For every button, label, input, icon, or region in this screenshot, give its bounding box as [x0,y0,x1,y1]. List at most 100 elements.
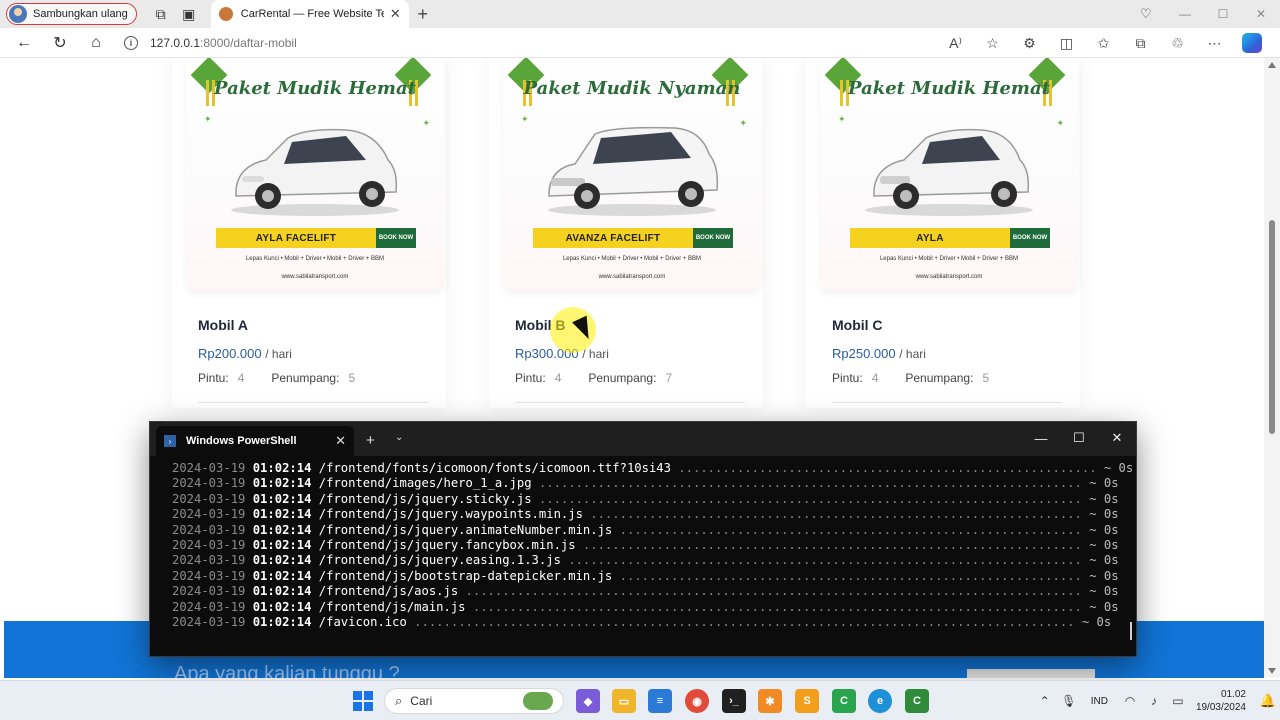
divider [832,402,1062,403]
cta-button[interactable] [967,669,1095,678]
notepad-icon[interactable]: ≡ [648,689,672,713]
tab-actions-icon[interactable]: ▣ [175,0,203,28]
price-unit: / hari [582,347,609,361]
info-icon[interactable]: i [124,35,138,50]
notepad-plus-plus-icon[interactable]: C [832,689,856,713]
log-dots: ........................................… [670,461,1097,475]
log-path: /frontend/js/jquery.animateNumber.min.js [318,522,613,537]
doors-label: Pintu: [515,371,546,385]
car-card[interactable]: ✦ ✦ Paket Mudik Nyaman AVANZA FACELIFT B… [489,58,763,408]
divider [515,402,745,403]
banner-model-bar: AYLA FACELIFT BOOK NOW [216,228,416,248]
search-highlight-image [523,692,553,710]
home-icon[interactable]: ⌂ [78,28,114,58]
more-icon[interactable]: ⋯ [1196,28,1233,58]
scroll-up-icon[interactable] [1268,62,1276,68]
volume-icon[interactable]: ♪ [1142,694,1166,708]
battery-icon[interactable]: ▭ [1166,694,1190,708]
close-window-icon[interactable]: ✕ [1098,422,1136,454]
window-controls: — ☐ ✕ [1166,0,1280,28]
banner-model-name: AYLA [850,228,1010,248]
taskbar-search[interactable]: ⌕ Cari [384,688,564,714]
sublime-text-icon[interactable]: S [795,689,819,713]
close-tab-icon[interactable]: ✕ [335,433,346,449]
car-name[interactable]: Mobil A [198,317,248,333]
log-time: 01:02:14 [252,461,312,475]
powershell-icon: › [164,435,176,447]
banner-promo-title: Paket Mudik Hemat [848,78,1050,99]
back-icon[interactable]: ← [6,28,42,58]
log-date: 2024-03-19 [172,522,246,537]
page-scrollbar[interactable] [1264,58,1280,678]
microphone-icon[interactable]: 🎙 [1057,694,1081,708]
terminal-tab[interactable]: › Windows PowerShell ✕ [156,426,354,456]
profile-button[interactable]: Sambungkan ulang [6,3,137,25]
collections-icon[interactable]: ⧉ [1122,28,1159,58]
maximize-icon[interactable]: ☐ [1204,0,1242,28]
edge-icon[interactable]: e [868,689,892,713]
notification-bell-icon[interactable]: 🔔 [1256,693,1280,709]
cta-question: Apa yang kalian tunggu ? [174,663,400,678]
log-dur: ~ 0s [1074,614,1112,629]
close-tab-icon[interactable]: ✕ [390,6,401,22]
banner-services: Lepas Kunci • Mobil + Driver • Mobil + D… [562,256,702,262]
log-time: 01:02:14 [252,476,312,491]
windows-start-icon[interactable] [351,689,375,713]
car-card[interactable]: ✦ ✦ Paket Mudik Hemat AYLA FACELIFT BOOK… [172,58,446,408]
clock[interactable]: 01.02 19/03/2024 [1196,688,1246,714]
language-indicator[interactable]: IND [1091,696,1108,707]
browser-tab[interactable]: CarRental — Free Website Templ ✕ [210,0,409,28]
site-favicon-icon [218,7,233,21]
car-name[interactable]: Mobil C [832,317,883,333]
favorites-icon[interactable]: ✩ [1085,28,1122,58]
scroll-down-icon[interactable] [1268,668,1276,674]
star-decoration: ✦ [204,114,212,124]
xampp-icon[interactable]: ✱ [758,689,782,713]
minimize-icon[interactable]: — [1022,422,1060,454]
seats-label: Penumpang: [271,371,340,385]
refresh-icon[interactable]: ↻ [42,28,78,58]
tab-title: CarRental — Free Website Templ [240,8,384,20]
extensions-icon[interactable]: ⚙ [1011,28,1048,58]
terminal-scrollbar[interactable] [1130,622,1132,640]
wifi-icon[interactable]: ◠ [1118,694,1142,708]
banner-services: Lepas Kunci • Mobil + Driver • Mobil + D… [245,256,385,262]
maximize-icon[interactable]: ☐ [1060,422,1098,454]
favorite-star-icon[interactable]: ☆ [974,28,1011,58]
workspaces-icon[interactable]: ⧉ [147,0,175,28]
log-date: 2024-03-19 [172,507,246,522]
close-window-icon[interactable]: ✕ [1242,0,1280,28]
log-dots: ........................................… [531,491,1082,506]
banner-website: www.sabilatransport.com [915,274,983,280]
minimize-icon[interactable]: — [1166,0,1204,28]
copilot-heart-icon[interactable]: ♡ [1140,6,1152,22]
log-time: 01:02:14 [252,614,312,629]
terminal-icon[interactable]: ›_ [722,689,746,713]
divider [198,402,428,403]
log-path: /favicon.ico [318,614,407,629]
file-explorer-icon[interactable]: ▭ [612,689,636,713]
car-card[interactable]: ✦ ✦ Paket Mudik Hemat AYLA BOOK NOW Lepa… [806,58,1080,408]
seats-label: Penumpang: [905,371,974,385]
chevron-down-icon[interactable]: ⌄ [395,432,403,443]
log-path: /frontend/js/bootstrap-datepicker.min.js [318,568,613,583]
chrome-icon[interactable]: ◉ [685,689,709,713]
new-terminal-tab-icon[interactable]: + [366,432,375,449]
powershell-window[interactable]: › Windows PowerShell ✕ + ⌄ — ☐ ✕ 2024-03… [149,421,1137,657]
copilot-app-icon[interactable]: ◆ [576,689,600,713]
address-bar[interactable]: i 127.0.0.1:8000/daftar-mobil [124,31,1004,55]
log-time: 01:02:14 [252,599,312,614]
read-aloud-icon[interactable]: A⁾ [937,28,974,58]
split-screen-icon[interactable]: ◫ [1048,28,1085,58]
code-editor-icon[interactable]: C [905,689,929,713]
banner-model-name: AVANZA FACELIFT [533,228,693,248]
seats-value: 7 [665,371,673,385]
terminal-line: 2024-03-19 01:02:14 /frontend/js/jquery.… [172,553,1119,568]
scroll-thumb[interactable] [1269,220,1275,434]
star-decoration: ✦ [422,118,430,128]
profile-sync-icon[interactable]: ♲ [1159,28,1196,58]
chevron-up-icon[interactable]: ⌃ [1033,694,1057,708]
new-tab-button[interactable]: + [409,4,437,25]
log-date: 2024-03-19 [172,553,246,568]
copilot-icon[interactable] [1233,28,1270,58]
